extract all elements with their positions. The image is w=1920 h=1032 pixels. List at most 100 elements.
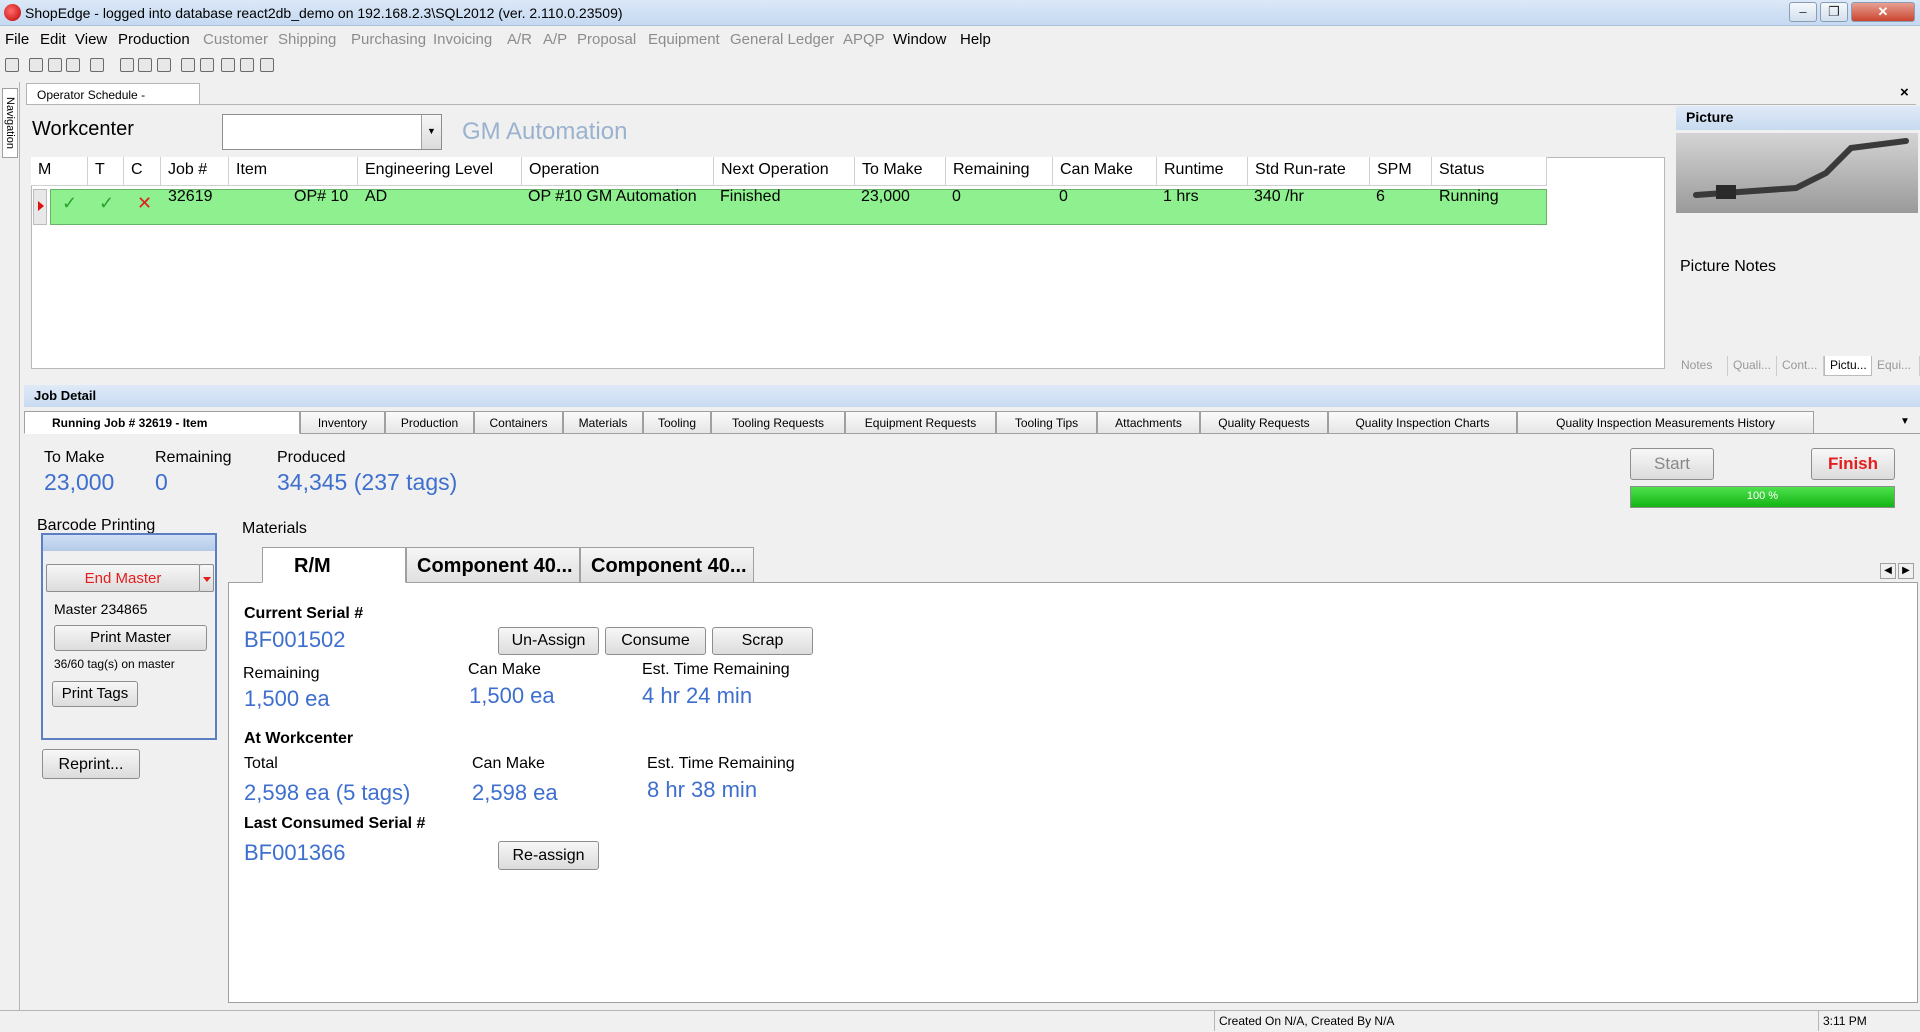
menu-apqp[interactable]: APQP	[843, 31, 885, 48]
menu-general-ledger[interactable]: General Ledger	[730, 31, 834, 48]
scrap-button[interactable]: Scrap	[712, 627, 813, 655]
new-document-icon[interactable]	[5, 58, 19, 72]
column-header[interactable]: T	[88, 157, 124, 186]
column-header[interactable]: Std Run-rate	[1248, 157, 1370, 186]
current-serial-value: BF001502	[244, 627, 346, 652]
column-header[interactable]: Can Make	[1053, 157, 1157, 186]
close-window-button[interactable]: ✕	[1851, 2, 1915, 22]
wc-can-make-value: 2,598 ea	[472, 780, 558, 805]
column-header[interactable]: Runtime	[1157, 157, 1248, 186]
menu-invoicing[interactable]: Invoicing	[433, 31, 492, 48]
check-icon: ✓	[99, 193, 115, 213]
menu-production[interactable]: Production	[118, 31, 190, 48]
print-tags-button[interactable]: Print Tags	[52, 681, 138, 707]
column-header[interactable]: M	[31, 157, 88, 186]
materials-tab[interactable]: R/M	[262, 547, 406, 583]
re-assign-button[interactable]: Re-assign	[498, 841, 599, 870]
menu-window[interactable]: Window	[893, 31, 946, 48]
picture-tab[interactable]: Notes	[1676, 356, 1728, 376]
tab-tooling-requests[interactable]: Tooling Requests	[711, 411, 845, 434]
menu-a-p[interactable]: A/P	[543, 31, 567, 48]
grid-icon[interactable]	[181, 58, 195, 72]
x-icon: ✕	[137, 193, 153, 213]
column-header[interactable]: To Make	[855, 157, 946, 186]
end-master-button[interactable]: End Master	[46, 564, 200, 592]
scroll-right-icon[interactable]: ▶	[1898, 563, 1914, 579]
edit-icon[interactable]	[260, 58, 274, 72]
rm-est-time-value: 4 hr 24 min	[642, 683, 753, 708]
menu-edit[interactable]: Edit	[40, 31, 66, 48]
cut-icon[interactable]	[120, 58, 134, 72]
column-header[interactable]: SPM	[1370, 157, 1432, 186]
column-header[interactable]: Next Operation	[714, 157, 855, 186]
menu-view[interactable]: View	[75, 31, 107, 48]
column-header[interactable]: Status	[1432, 157, 1547, 186]
column-header[interactable]: Remaining	[946, 157, 1053, 186]
wc-est-time-label: Est. Time Remaining	[647, 755, 795, 772]
tab-tooling[interactable]: Tooling	[643, 411, 711, 434]
tab-quality-inspection-charts[interactable]: Quality Inspection Charts	[1328, 411, 1517, 434]
menu-purchasing[interactable]: Purchasing	[351, 31, 426, 48]
column-header[interactable]: Engineering Level	[358, 157, 522, 186]
copy-icon[interactable]	[138, 58, 152, 72]
tab-inventory[interactable]: Inventory	[300, 411, 385, 434]
print-master-button[interactable]: Print Master	[54, 625, 207, 651]
menu-proposal[interactable]: Proposal	[577, 31, 636, 48]
workcenter-select[interactable]	[222, 114, 442, 150]
column-header[interactable]: C	[124, 157, 161, 186]
materials-title: Materials	[242, 520, 307, 537]
paste-icon[interactable]	[157, 58, 171, 72]
menu-equipment[interactable]: Equipment	[648, 31, 720, 48]
print-icon[interactable]	[66, 58, 80, 72]
chevron-down-icon[interactable]: ▼	[421, 115, 441, 149]
menu-customer[interactable]: Customer	[203, 31, 268, 48]
wc-can-make-label: Can Make	[472, 755, 545, 772]
refresh-icon[interactable]	[240, 58, 254, 72]
last-consumed-label: Last Consumed Serial #	[244, 815, 426, 832]
cell-item: OP# 10	[294, 188, 349, 205]
finish-button[interactable]: Finish	[1811, 448, 1895, 480]
table-row[interactable]	[50, 189, 1547, 225]
column-header[interactable]: Operation	[522, 157, 714, 186]
menu-file[interactable]: File	[5, 31, 29, 48]
materials-tab[interactable]: Component 40...	[580, 547, 754, 583]
cell-std-run-rate: 340 /hr	[1254, 188, 1304, 205]
grid-export-icon[interactable]	[200, 58, 214, 72]
materials-tab[interactable]: Component 40...	[406, 547, 580, 583]
minimize-button[interactable]: –	[1789, 2, 1817, 22]
save-icon[interactable]	[29, 58, 43, 72]
tab-overflow-icon[interactable]: ▼	[1900, 416, 1910, 427]
tab-containers[interactable]: Containers	[474, 411, 563, 434]
menu-help[interactable]: Help	[960, 31, 991, 48]
tab-operator-schedule[interactable]: Operator Schedule -	[26, 83, 200, 105]
close-document-icon[interactable]: ×	[1900, 84, 1909, 101]
picture-tab[interactable]: Pictu...	[1824, 356, 1872, 376]
tab-running-job-32619-item[interactable]: Running Job # 32619 - Item	[24, 411, 300, 434]
picture-tab[interactable]: Quali...	[1728, 356, 1777, 376]
picture-tab[interactable]: Cont...	[1777, 356, 1824, 376]
consume-button[interactable]: Consume	[605, 627, 706, 655]
maximize-button[interactable]: ❐	[1820, 2, 1848, 22]
total-label: Total	[244, 755, 278, 772]
navigation-strip	[0, 82, 20, 1012]
un-assign-button[interactable]: Un-Assign	[498, 627, 599, 655]
start-button[interactable]: Start	[1630, 448, 1714, 480]
tab-equipment-requests[interactable]: Equipment Requests	[845, 411, 996, 434]
column-header[interactable]: Job #	[161, 157, 229, 186]
tab-attachments[interactable]: Attachments	[1097, 411, 1200, 434]
tab-materials[interactable]: Materials	[563, 411, 643, 434]
arrows-icon[interactable]	[221, 58, 235, 72]
tab-quality-inspection-measurements-history[interactable]: Quality Inspection Measurements History	[1517, 411, 1814, 434]
menu-a-r[interactable]: A/R	[507, 31, 532, 48]
picture-tab[interactable]: Equi...	[1872, 356, 1920, 376]
print-preview-icon[interactable]	[90, 58, 104, 72]
tab-quality-requests[interactable]: Quality Requests	[1200, 411, 1328, 434]
column-header[interactable]: Item	[229, 157, 358, 186]
menu-shipping[interactable]: Shipping	[278, 31, 336, 48]
navigation-toggle[interactable]: Navigation	[2, 88, 18, 158]
reprint-button[interactable]: Reprint...	[42, 749, 140, 779]
tab-production[interactable]: Production	[385, 411, 474, 434]
tab-tooling-tips[interactable]: Tooling Tips	[996, 411, 1097, 434]
save-all-icon[interactable]	[48, 58, 62, 72]
scroll-left-icon[interactable]: ◀	[1880, 563, 1896, 579]
